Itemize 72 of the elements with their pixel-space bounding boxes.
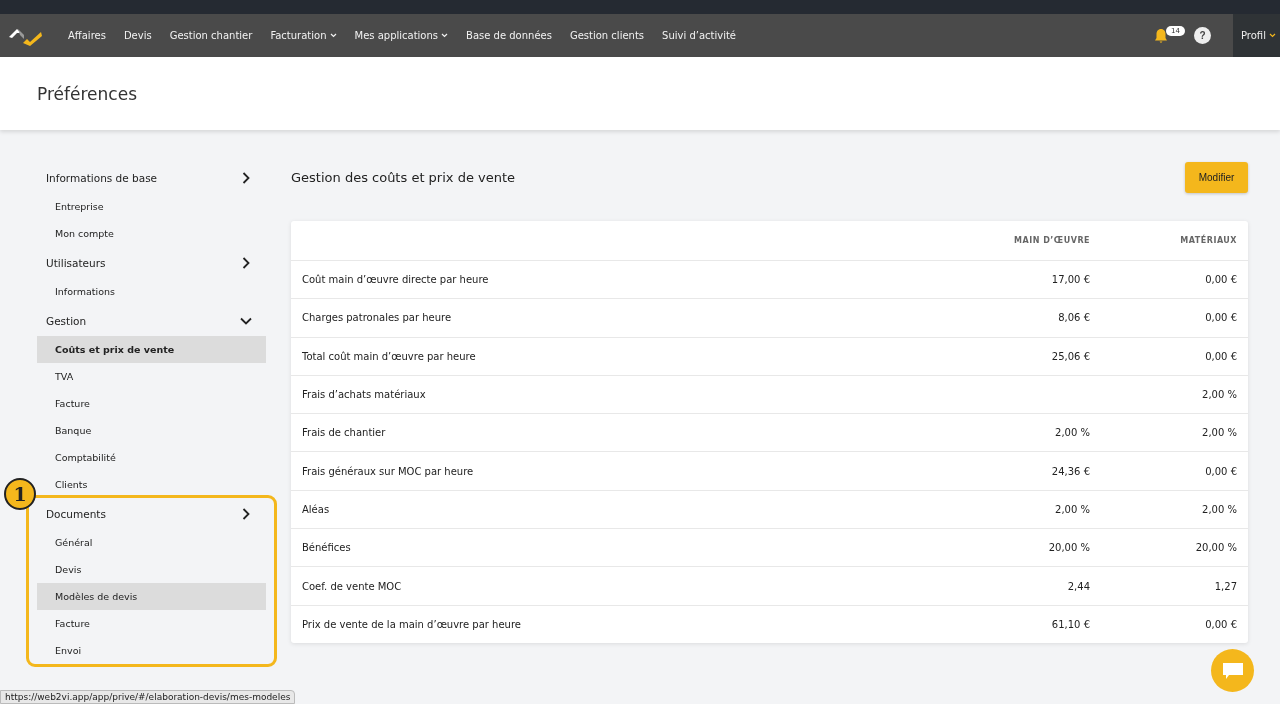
value-cell-text: 61,10 € — [1050, 618, 1090, 630]
value-cell-text: 0,00 € — [1204, 465, 1237, 477]
chevron-right-icon[interactable] — [240, 171, 252, 184]
sidebar-item[interactable]: Facture — [37, 390, 266, 417]
value-cell-text: 24,36 € — [1050, 465, 1090, 477]
row-label: Coef. de vente MOC — [302, 580, 403, 592]
value-cell-text: 2,00 % — [1054, 427, 1090, 439]
row-label: Frais généraux sur MOC par heure — [302, 465, 475, 477]
nav-link[interactable]: Mes applications — [346, 30, 457, 41]
caret-icon — [441, 33, 449, 38]
sidebar-heading[interactable]: Utilisateurs — [46, 256, 106, 269]
row-label: Prix de vente de la main d’œuvre par heure — [302, 618, 522, 630]
status-url: https://web2vi.app/app/prive/#/elaboration-devis/mes-modeles — [0, 690, 296, 704]
sidebar-heading[interactable]: Gestion — [46, 314, 87, 327]
nav-link[interactable]: Gestion clients — [561, 30, 653, 41]
sidebar-item[interactable]: Entreprise — [37, 193, 266, 220]
sidebar-item[interactable]: Comptabilité — [37, 444, 266, 471]
step-number: 1 — [4, 478, 36, 510]
sidebar-item[interactable]: Modèles de devis — [37, 583, 266, 610]
sidebar-item[interactable]: Banque — [37, 417, 266, 444]
value-cell-text: 20,00 % — [1047, 542, 1090, 554]
row-label: Frais de chantier — [302, 427, 387, 439]
value-cell-text: 25,06 € — [1050, 350, 1090, 362]
value-cell-text: 0,00 € — [1204, 274, 1237, 286]
section-title: Gestion des coûts et prix de vente — [291, 170, 516, 185]
caret-icon — [329, 33, 337, 38]
nav-link[interactable]: Devis — [115, 30, 160, 41]
help-button[interactable]: ? — [1194, 27, 1211, 44]
nav-link[interactable]: Affaires — [60, 30, 114, 41]
sidebar-item[interactable]: Mon compte — [37, 220, 266, 247]
sidebar-heading[interactable]: Informations de base — [46, 171, 158, 184]
row-label: Coût main d’œuvre directe par heure — [302, 274, 490, 286]
column-header: MATÉRIAUX — [1179, 236, 1237, 245]
value-cell-text: 0,00 € — [1204, 350, 1237, 362]
sidebar-item[interactable]: Informations — [37, 278, 266, 305]
value-cell-text: 2,44 — [1066, 580, 1090, 592]
chevron-right-icon[interactable] — [240, 507, 252, 520]
sidebar-item[interactable]: Général — [37, 529, 266, 556]
value-cell-text: 0,00 € — [1204, 312, 1237, 324]
sidebar-heading[interactable]: Documents — [46, 507, 106, 520]
value-cell-text: 17,00 € — [1050, 274, 1090, 286]
sidebar-item[interactable]: Coûts et prix de vente — [37, 336, 266, 363]
sidebar-item[interactable]: Envoi — [37, 637, 266, 664]
nav-link[interactable]: Suivi d’activité — [654, 30, 744, 41]
column-header: MAIN D’ŒUVRE — [1013, 236, 1090, 245]
value-cell-text: 2,00 % — [1201, 503, 1237, 515]
nav-link[interactable]: Gestion chantier — [161, 30, 261, 41]
row-label: Charges patronales par heure — [302, 312, 453, 324]
page-title: Préférences — [37, 83, 137, 104]
nav-link[interactable]: Facturation — [262, 30, 345, 41]
value-cell-text: 8,06 € — [1057, 312, 1090, 324]
row-label: Aléas — [302, 503, 331, 515]
row-label: Frais d’achats matériaux — [302, 389, 427, 401]
sidebar-item[interactable]: Clients — [37, 471, 266, 498]
value-cell-text: 20,00 % — [1194, 542, 1237, 554]
row-label: Bénéfices — [302, 542, 352, 554]
profile-menu[interactable]: Profil — [1233, 14, 1280, 57]
sidebar-item[interactable]: TVA — [37, 363, 266, 390]
nav-link[interactable]: Base de données — [458, 30, 560, 41]
value-cell-text: 2,00 % — [1201, 389, 1237, 401]
modify-button[interactable]: Modifier — [1185, 162, 1248, 193]
value-cell-text: 2,00 % — [1054, 503, 1090, 515]
value-cell-text: 0,00 € — [1204, 618, 1237, 630]
row-label: Total coût main d’œuvre par heure — [302, 350, 477, 362]
caret-icon — [1268, 33, 1276, 38]
chat-icon — [1221, 661, 1244, 680]
bell-icon[interactable] — [1153, 27, 1169, 44]
sidebar-item[interactable]: Devis — [37, 556, 266, 583]
value-cell-text: 1,27 — [1213, 580, 1237, 592]
value-cell-text: 2,00 % — [1201, 427, 1237, 439]
sidebar-item[interactable]: Facture — [37, 610, 266, 637]
chevron-right-icon[interactable] — [240, 256, 252, 269]
